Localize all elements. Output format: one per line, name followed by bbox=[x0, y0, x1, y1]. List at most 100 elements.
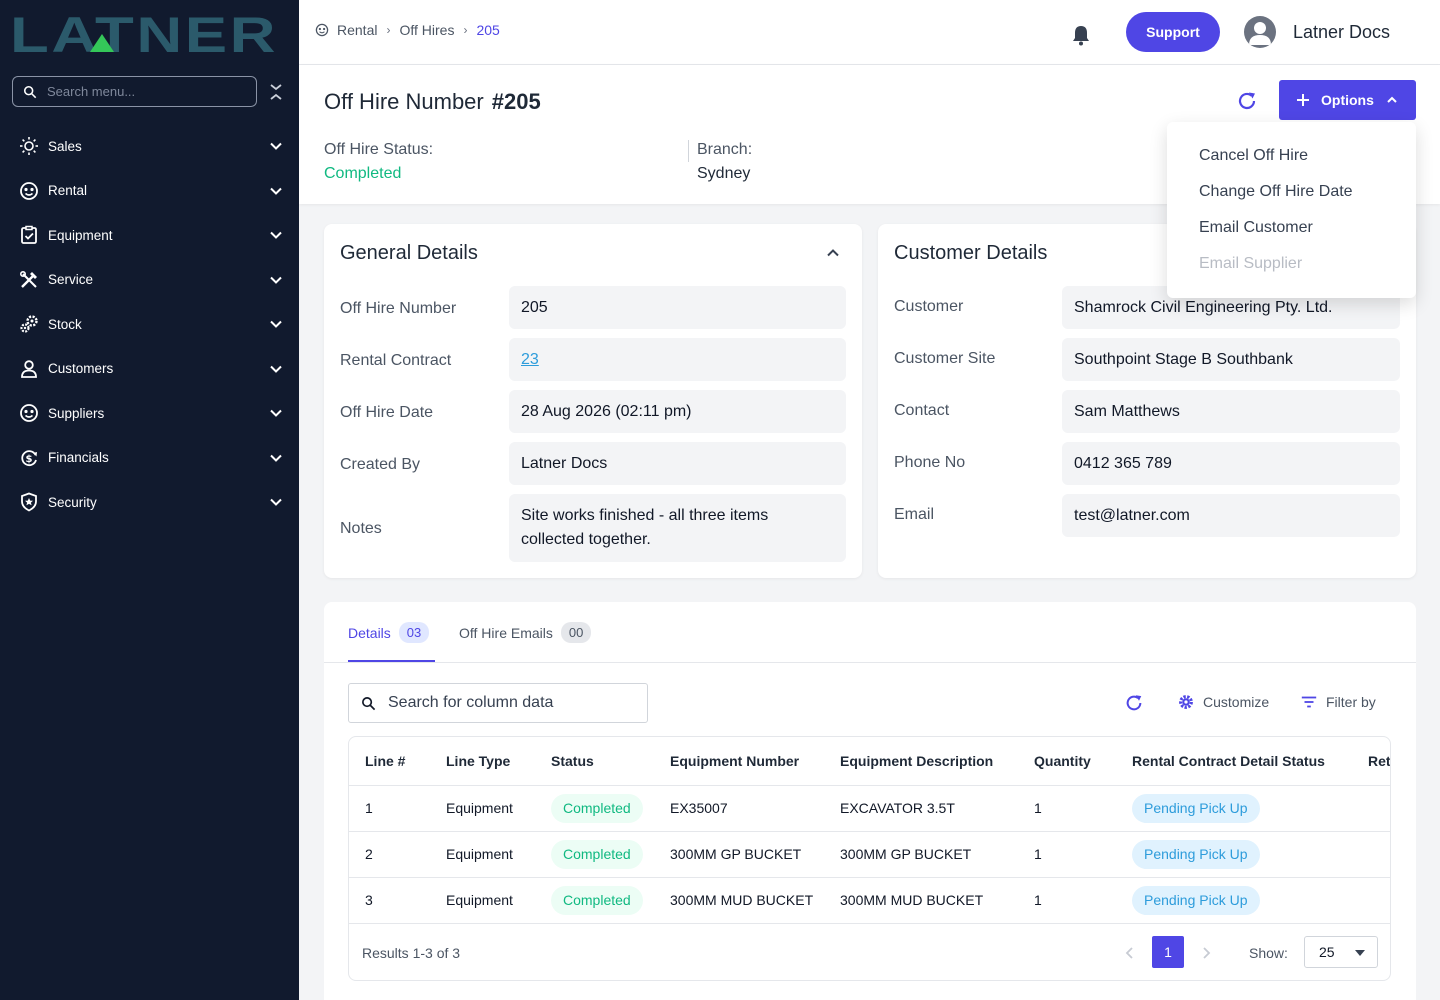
chevron-down-icon bbox=[270, 142, 282, 150]
sidebar-item-service[interactable]: Service bbox=[0, 258, 299, 303]
menu-item-cancel-off-hire[interactable]: Cancel Off Hire bbox=[1167, 138, 1416, 174]
avatar[interactable] bbox=[1244, 16, 1276, 48]
sidebar-nav: Sales Rental Equipment Service Stock Cus… bbox=[0, 124, 299, 525]
rental-contract-link[interactable]: 23 bbox=[521, 351, 539, 369]
table-row[interactable]: 2 Equipment Completed 300MM GP BUCKET 30… bbox=[349, 832, 1390, 878]
latner-logo[interactable]: LATNER bbox=[10, 10, 280, 56]
detail-status-badge: Pending Pick Up bbox=[1132, 886, 1260, 915]
chevron-right-icon[interactable] bbox=[1200, 946, 1212, 960]
table-header: Line # Line Type Status Equipment Number… bbox=[349, 737, 1390, 786]
page-size-value: 25 bbox=[1319, 944, 1335, 960]
refresh-icon[interactable] bbox=[1236, 90, 1258, 112]
field-label: Contact bbox=[894, 402, 950, 419]
face-icon bbox=[18, 180, 40, 202]
sidebar-item-label: Equipment bbox=[48, 227, 113, 243]
sidebar-item-financials[interactable]: $ Financials bbox=[0, 436, 299, 481]
table-row[interactable]: 1 Equipment Completed EX35007 EXCAVATOR … bbox=[349, 786, 1390, 832]
breadcrumb-rental[interactable]: Rental bbox=[337, 22, 377, 38]
sidebar-item-security[interactable]: Security bbox=[0, 480, 299, 525]
sidebar-item-customers[interactable]: Customers bbox=[0, 347, 299, 392]
column-header[interactable]: Ret bbox=[1368, 753, 1390, 769]
rental-contract-value: 23 bbox=[509, 338, 846, 381]
details-panel: Details 03 Off Hire Emails 00 Customize … bbox=[324, 602, 1416, 1000]
field-label: Customer bbox=[894, 298, 964, 315]
tab-label: Details bbox=[348, 624, 391, 641]
chevron-up-icon[interactable] bbox=[826, 246, 840, 260]
column-header[interactable]: Rental Contract Detail Status bbox=[1132, 753, 1325, 769]
chevron-down-icon bbox=[270, 231, 282, 239]
tab-off-hire-emails[interactable]: Off Hire Emails 00 bbox=[459, 622, 592, 643]
sidebar-item-sales[interactable]: Sales bbox=[0, 124, 299, 169]
column-header[interactable]: Equipment Number bbox=[670, 753, 799, 769]
column-header[interactable]: Status bbox=[551, 753, 594, 769]
chevron-left-icon[interactable] bbox=[1124, 946, 1136, 960]
filter-label: Filter by bbox=[1326, 694, 1376, 710]
options-button[interactable]: Options bbox=[1279, 80, 1416, 120]
breadcrumb-off-hires[interactable]: Off Hires bbox=[399, 22, 454, 38]
card-title: General Details bbox=[340, 242, 478, 264]
cell-quantity: 1 bbox=[1034, 846, 1042, 862]
table-search-box[interactable] bbox=[348, 683, 648, 723]
sidebar-item-label: Customers bbox=[48, 361, 114, 377]
sidebar-item-label: Sales bbox=[48, 138, 82, 154]
page-button-current[interactable]: 1 bbox=[1152, 936, 1184, 968]
field-label: Rental Contract bbox=[340, 352, 452, 369]
contact-value: Sam Matthews bbox=[1062, 390, 1400, 433]
cell-line-type: Equipment bbox=[446, 892, 513, 908]
column-header[interactable]: Line Type bbox=[446, 753, 510, 769]
sidebar-item-equipment[interactable]: Equipment bbox=[0, 213, 299, 258]
support-button[interactable]: Support bbox=[1126, 12, 1220, 52]
search-icon bbox=[362, 696, 376, 710]
table-search-input[interactable] bbox=[388, 694, 638, 712]
sidebar-item-rental[interactable]: Rental bbox=[0, 169, 299, 214]
cell-equipment-description: 300MM GP BUCKET bbox=[840, 846, 972, 862]
customize-button[interactable]: Customize bbox=[1177, 693, 1269, 711]
detail-status-badge: Pending Pick Up bbox=[1132, 794, 1260, 823]
shield-star-icon bbox=[18, 491, 40, 513]
refresh-icon[interactable] bbox=[1124, 693, 1144, 713]
menu-item-email-supplier: Email Supplier bbox=[1199, 255, 1303, 272]
field-label: Off Hire Date bbox=[340, 404, 434, 421]
customize-label: Customize bbox=[1203, 694, 1270, 710]
page-size-select[interactable]: 25 bbox=[1304, 936, 1378, 968]
plus-icon bbox=[1297, 94, 1309, 106]
filter-button[interactable]: Filter by bbox=[1300, 693, 1376, 711]
chevron-down-icon bbox=[270, 454, 282, 462]
collapse-menu-icon[interactable] bbox=[268, 82, 284, 102]
field-value: Shamrock Civil Engineering Pty. Ltd. bbox=[1074, 298, 1333, 316]
cell-equipment-number: 300MM GP BUCKET bbox=[670, 846, 802, 862]
off-hire-lines-table: Line # Line Type Status Equipment Number… bbox=[348, 736, 1391, 981]
sun-icon bbox=[18, 135, 40, 157]
field-label: Notes bbox=[340, 520, 382, 537]
menu-item-email-customer[interactable]: Email Customer bbox=[1167, 210, 1416, 246]
column-header[interactable]: Quantity bbox=[1034, 753, 1091, 769]
field-value: 0412 365 789 bbox=[1074, 454, 1172, 472]
bell-icon[interactable] bbox=[1071, 24, 1091, 46]
user-name[interactable]: Latner Docs bbox=[1293, 22, 1390, 43]
field-value: Latner Docs bbox=[521, 454, 608, 472]
sidebar-item-stock[interactable]: Stock bbox=[0, 302, 299, 347]
email-value: test@latner.com bbox=[1062, 494, 1400, 537]
chevron-up-icon bbox=[1387, 96, 1397, 103]
field-value: Site works finished - all three items co… bbox=[521, 507, 769, 548]
options-menu: Cancel Off Hire Change Off Hire Date Ema… bbox=[1167, 122, 1416, 298]
tab-details[interactable]: Details 03 bbox=[348, 622, 430, 643]
field-label: Off Hire Number bbox=[340, 300, 457, 317]
svg-text:LATNER: LATNER bbox=[10, 10, 278, 56]
menu-item-change-off-hire-date[interactable]: Change Off Hire Date bbox=[1167, 174, 1416, 210]
menu-search-box[interactable] bbox=[12, 76, 257, 107]
sidebar-item-suppliers[interactable]: Suppliers bbox=[0, 391, 299, 436]
tab-count-badge: 03 bbox=[398, 622, 430, 643]
status-value: Completed bbox=[324, 165, 402, 182]
column-header[interactable]: Equipment Description bbox=[840, 753, 993, 769]
menu-search-input[interactable] bbox=[47, 84, 237, 99]
card-title: Customer Details bbox=[894, 242, 1048, 264]
sidebar-item-label: Suppliers bbox=[48, 405, 105, 421]
tab-bar: Details 03 Off Hire Emails 00 bbox=[324, 602, 1416, 663]
table-row[interactable]: 3 Equipment Completed 300MM MUD BUCKET 3… bbox=[349, 878, 1390, 924]
cell-line: 2 bbox=[365, 846, 373, 862]
off-hire-number-value: 205 bbox=[509, 286, 846, 329]
column-header[interactable]: Line # bbox=[365, 753, 405, 769]
breadcrumb: Rental › Off Hires › 205 bbox=[315, 22, 500, 38]
user-icon bbox=[18, 358, 40, 380]
